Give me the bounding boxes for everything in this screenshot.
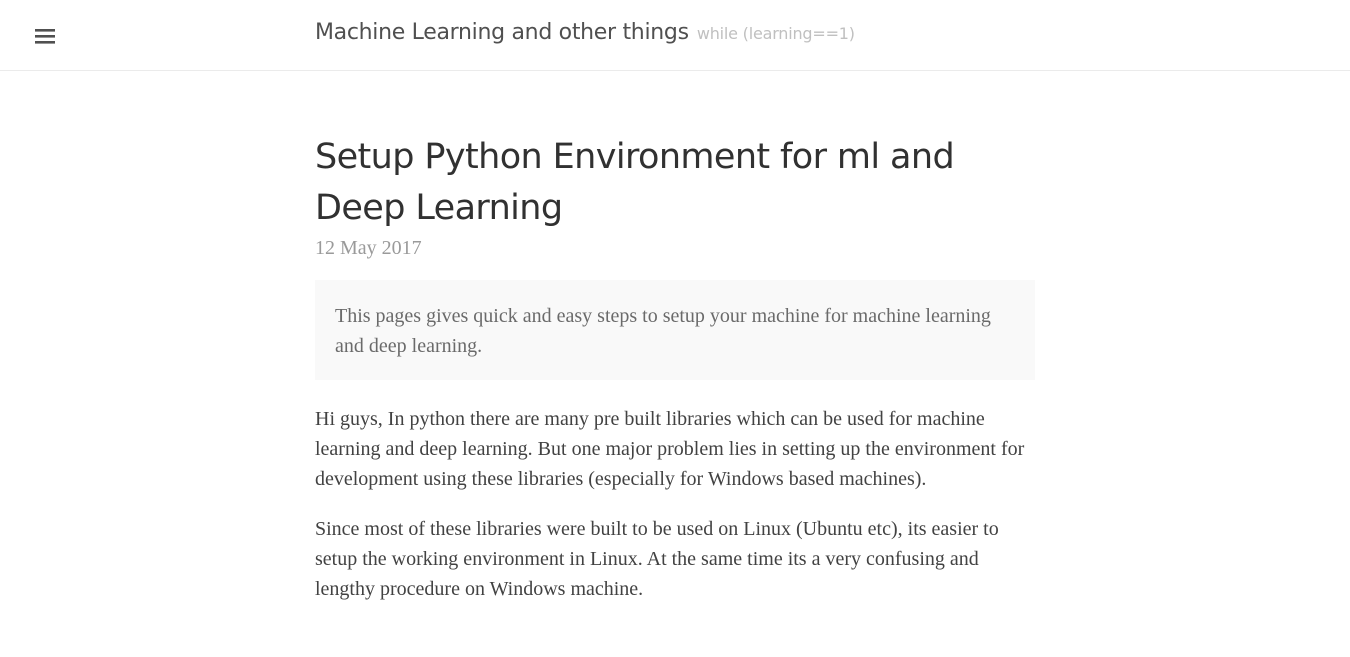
site-tagline: while (learning==1): [696, 24, 855, 43]
site-title: Machine Learning and other things: [315, 20, 689, 45]
post-paragraph: Since most of these libraries were built…: [315, 518, 999, 600]
hamburger-menu-icon: [35, 29, 55, 44]
post-lead-text: This pages gives quick and easy steps to…: [335, 305, 991, 357]
post-content: Setup Python Environment for ml and Deep…: [315, 132, 1035, 624]
post-lead-box: This pages gives quick and easy steps to…: [315, 280, 1035, 380]
post-title: Setup Python Environment for ml and Deep…: [315, 137, 955, 228]
post-body: Hi guys, In python there are many pre bu…: [315, 404, 1035, 604]
post-date: 12 May 2017: [315, 237, 422, 259]
site-title-link[interactable]: Machine Learning and other things while …: [315, 20, 855, 45]
site-header: Machine Learning and other things while …: [0, 0, 1350, 71]
post-paragraph: Hi guys, In python there are many pre bu…: [315, 408, 1025, 490]
sidebar-toggle-button[interactable]: [24, 17, 64, 57]
